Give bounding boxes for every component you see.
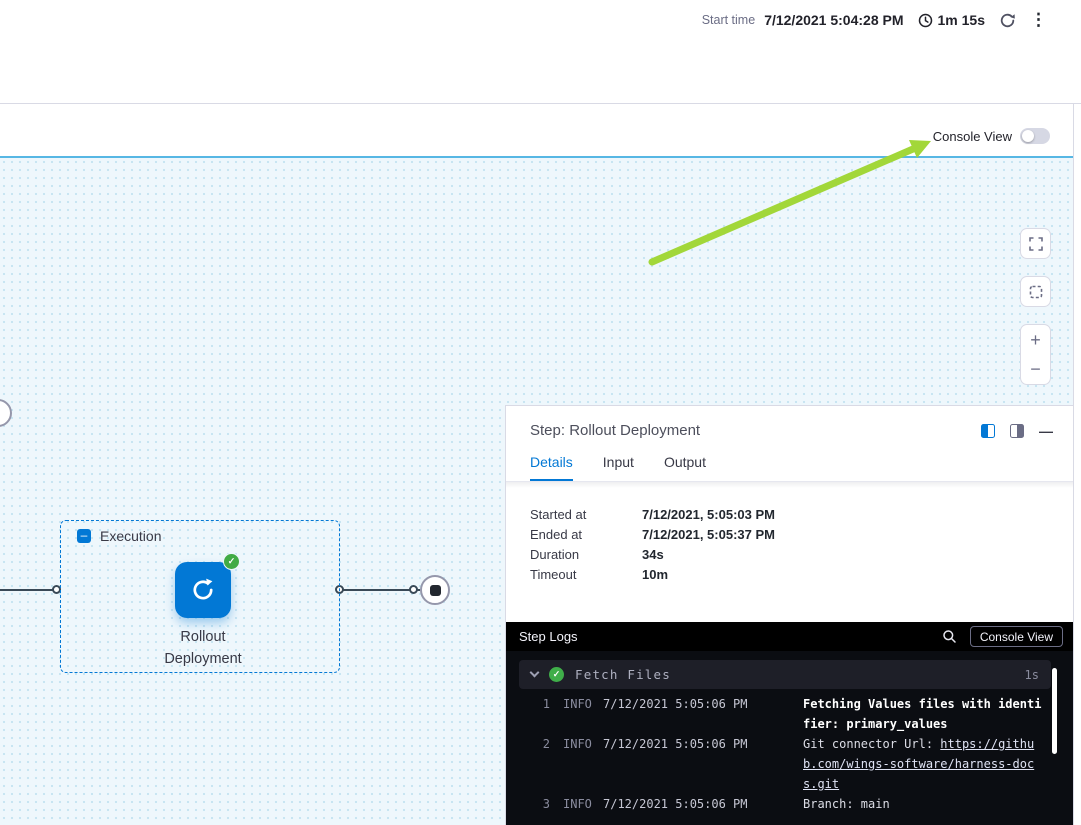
execution-group-label: Execution: [100, 528, 161, 544]
refresh-icon: [999, 12, 1016, 29]
step-logs-header: Step Logs Console View: [506, 622, 1073, 651]
tab-input[interactable]: Input: [603, 454, 634, 481]
layout-right-pane-icon[interactable]: [1010, 424, 1024, 438]
log-level: INFO: [563, 794, 603, 814]
logs-console-view-button[interactable]: Console View: [970, 626, 1063, 647]
panel-header: Step: Rollout Deployment —: [506, 406, 1073, 439]
detail-row-ended-at: Ended at 7/12/2021, 5:05:37 PM: [530, 525, 1073, 545]
node-label: Rollout Deployment: [123, 626, 283, 670]
refresh-button[interactable]: [999, 12, 1016, 29]
collapse-icon[interactable]: –: [77, 529, 91, 543]
logs-scrollbar-thumb[interactable]: [1052, 668, 1057, 754]
log-section-fetch-files[interactable]: ✓ Fetch Files 1s: [519, 660, 1051, 689]
toggle-knob: [1022, 130, 1034, 142]
rollout-deployment-node[interactable]: [175, 562, 231, 618]
detail-value: 10m: [642, 565, 668, 585]
step-details: Started at 7/12/2021, 5:05:03 PM Ended a…: [506, 488, 1073, 585]
step-logs-panel: Step Logs Console View ✓ Fetch Files 1s …: [506, 622, 1073, 825]
start-time-label: Start time: [702, 13, 756, 27]
log-line-number: 3: [506, 794, 550, 814]
step-logs-title: Step Logs: [519, 629, 578, 644]
log-row: 2 INFO 7/12/2021 5:05:06 PM Git connecto…: [506, 734, 1073, 794]
log-timestamp: 7/12/2021 5:05:06 PM: [603, 734, 749, 794]
more-menu-button[interactable]: ⋮: [1030, 11, 1047, 29]
detail-value: 7/12/2021, 5:05:03 PM: [642, 505, 775, 525]
stop-node[interactable]: [420, 575, 450, 605]
log-line-number: 2: [506, 734, 550, 794]
panel-actions: —: [981, 423, 1053, 439]
node-label-line1: Rollout: [123, 626, 283, 648]
elapsed-label: 1m 15s: [938, 12, 985, 28]
chevron-down-icon[interactable]: [530, 668, 540, 678]
layout-left-pane-icon[interactable]: [981, 424, 995, 438]
log-message: Git connector Url: https://github.com/wi…: [803, 734, 1043, 794]
logs-header-actions: Console View: [942, 626, 1063, 647]
search-icon[interactable]: [942, 629, 957, 644]
section-success-icon: ✓: [549, 667, 564, 682]
selection-marquee-icon: [1029, 285, 1043, 299]
page: Start time 7/12/2021 5:04:28 PM 1m 15s ⋮…: [0, 0, 1081, 825]
log-message: Branch: main: [803, 794, 1043, 814]
log-timestamp: 7/12/2021 5:05:06 PM: [603, 794, 749, 814]
success-badge-icon: ✓: [223, 553, 240, 570]
header-right-cluster: Start time 7/12/2021 5:04:28 PM 1m 15s ⋮: [702, 11, 1047, 29]
log-timestamp: 7/12/2021 5:05:06 PM: [603, 694, 749, 734]
log-rows: 1 INFO 7/12/2021 5:05:06 PM Fetching Val…: [506, 691, 1073, 814]
detail-value: 7/12/2021, 5:05:37 PM: [642, 525, 775, 545]
log-message: Fetching Values files with identifier: p…: [803, 694, 1043, 734]
log-section-title: Fetch Files: [575, 667, 671, 682]
rollout-icon: [189, 576, 217, 604]
start-time-value: 7/12/2021 5:04:28 PM: [764, 12, 903, 28]
top-header: Start time 7/12/2021 5:04:28 PM 1m 15s ⋮: [0, 0, 1081, 104]
log-level: INFO: [563, 694, 603, 734]
execution-group-toggle[interactable]: – Execution: [77, 528, 161, 544]
fullscreen-icon: [1029, 237, 1043, 251]
log-message-prefix: Git connector Url:: [803, 737, 940, 751]
tab-output[interactable]: Output: [664, 454, 706, 481]
fullscreen-button[interactable]: [1020, 228, 1051, 259]
right-gutter: [1073, 104, 1081, 825]
console-view-toggle[interactable]: [1020, 128, 1050, 144]
detail-row-timeout: Timeout 10m: [530, 565, 1073, 585]
zoom-in-button[interactable]: +: [1020, 324, 1051, 355]
log-line-number: 1: [506, 694, 550, 734]
port-dot: [409, 585, 418, 594]
zoom-out-button[interactable]: −: [1020, 354, 1051, 385]
log-section-duration: 1s: [1025, 668, 1039, 682]
detail-value: 34s: [642, 545, 664, 565]
console-view-label: Console View: [933, 129, 1012, 144]
detail-label: Duration: [530, 545, 642, 565]
detail-row-started-at: Started at 7/12/2021, 5:05:03 PM: [530, 505, 1073, 525]
console-view-control: Console View: [933, 128, 1050, 144]
minimize-panel-button[interactable]: —: [1039, 423, 1053, 439]
log-row: 1 INFO 7/12/2021 5:05:06 PM Fetching Val…: [506, 694, 1073, 734]
clock-icon: [918, 13, 933, 28]
panel-title: Step: Rollout Deployment: [530, 422, 700, 439]
connector-line: [0, 589, 60, 591]
fit-selection-button[interactable]: [1020, 276, 1051, 307]
tab-details[interactable]: Details: [530, 454, 573, 481]
log-level: INFO: [563, 734, 603, 794]
panel-tabs: Details Input Output: [506, 439, 1073, 481]
detail-label: Started at: [530, 505, 642, 525]
detail-label: Timeout: [530, 565, 642, 585]
node-label-line2: Deployment: [123, 648, 283, 670]
previous-node-partial: [0, 399, 12, 427]
step-detail-panel: Step: Rollout Deployment — Details Input…: [505, 405, 1073, 825]
detail-row-duration: Duration 34s: [530, 545, 1073, 565]
connector-line: [340, 589, 420, 591]
detail-label: Ended at: [530, 525, 642, 545]
stop-icon: [430, 585, 441, 596]
log-row: 3 INFO 7/12/2021 5:05:06 PM Branch: main: [506, 794, 1073, 814]
subbar: Console View: [0, 104, 1081, 156]
elapsed-time: 1m 15s: [918, 12, 985, 28]
